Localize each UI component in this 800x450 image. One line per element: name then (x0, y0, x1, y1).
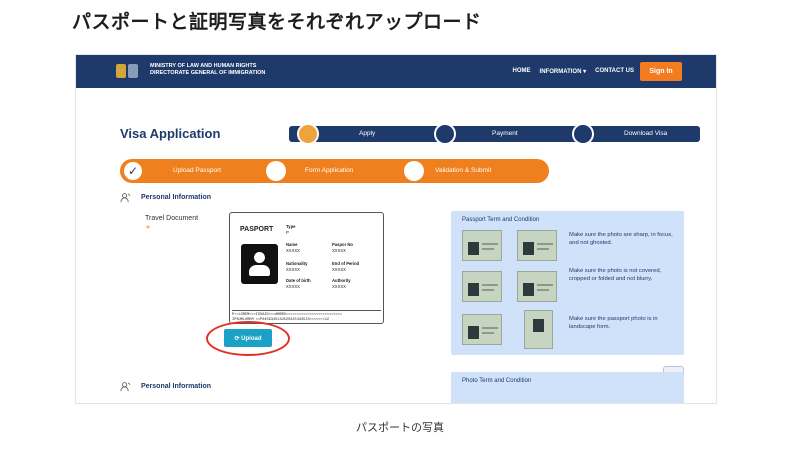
image-caption: パスポートの写真 (356, 421, 444, 434)
term-item: Make sure the photo are sharp, in focus,… (569, 232, 673, 246)
step-apply-label: Apply (359, 130, 376, 137)
terms-title: Passport Term and Condition (462, 217, 540, 223)
section-title: Personal Information (141, 194, 212, 201)
nav-contact-us[interactable]: CONTACT US (595, 68, 634, 75)
check-icon: ✓ (122, 160, 144, 182)
travel-document-label: Travel Document (145, 215, 199, 222)
passport-name-value: XXXXX (286, 247, 300, 253)
passport-example-thumbnail (462, 314, 502, 345)
passport-example-thumbnail (462, 271, 502, 302)
passport-sample: PASPORT Type P Name XXXXX Paspor No XXXXX N… (229, 212, 384, 324)
page-title: Visa Application (120, 126, 221, 141)
highlight-circle (206, 321, 290, 356)
passport-nationality-field: Nationality XXXXX (286, 261, 307, 272)
term-item: Make sure the photo is not covered, crop… (569, 268, 662, 282)
article-heading: パスポートと証明写真をそれぞれアップロード (72, 11, 482, 33)
substep-validation-indicator (404, 161, 424, 181)
ministry-name: MINISTRY OF LAW AND HUMAN RIGHTS DIRECTO… (150, 63, 265, 77)
section-personal-information: Personal Information (120, 192, 211, 203)
substep-form-application: Form Application (305, 167, 354, 174)
required-mark: * (146, 224, 150, 233)
section-personal-information-2: Personal Information (120, 381, 211, 392)
passport-authority-field: Authority XXXXX (332, 278, 351, 289)
substep-form-indicator (266, 161, 286, 181)
photo-terms-panel: Photo Term and Condition (451, 372, 684, 403)
step-payment-indicator (434, 123, 456, 145)
passport-authority-value: XXXXX (332, 283, 346, 289)
substep-upload-passport: Upload Passport (173, 167, 222, 174)
screenshot-frame: MINISTRY OF LAW AND HUMAN RIGHTS DIRECTO… (75, 54, 717, 404)
step-download-label: Download Visa (624, 130, 668, 137)
passport-type-field: Type P (286, 224, 295, 235)
main-stepper: Apply Payment Download Visa (289, 123, 700, 145)
main-content: Visa Application Apply Payment Download … (76, 88, 716, 403)
ministry-line2: DIRECTORATE GENERAL OF IMMIGRATION (150, 70, 266, 76)
step-payment-label: Payment (492, 130, 518, 137)
passport-example-thumbnail (524, 310, 553, 349)
step-apply-indicator (297, 123, 319, 145)
substep-validation-submit: Validation & Submit (435, 167, 492, 174)
sub-stepper: ✓ Upload Passport Form Application Valid… (120, 159, 549, 183)
passport-number-field: Paspor No XXXXX (332, 242, 353, 253)
passport-photo-placeholder (241, 244, 278, 284)
passport-example-thumbnail (517, 230, 557, 261)
term-item: Make sure the passport photo is in lands… (569, 316, 658, 330)
passport-number-value: XXXXX (332, 247, 346, 253)
passport-type-value: P (286, 229, 289, 235)
passport-example-thumbnail (462, 230, 502, 261)
user-icon (120, 193, 131, 203)
passport-dob-field: Date of birth XXXXX (286, 278, 311, 289)
nav-information[interactable]: INFORMATION ▾ (540, 68, 587, 75)
photo-terms-title: Photo Term and Condition (462, 378, 532, 384)
ministry-line1: MINISTRY OF LAW AND HUMAN RIGHTS (150, 63, 257, 69)
sign-in-button[interactable]: Sign In (640, 62, 682, 81)
passport-example-thumbnail (517, 271, 557, 302)
passport-title: PASPORT (240, 226, 274, 233)
user-icon (120, 382, 131, 392)
passport-end-of-period-field: End of Period XXXXX (332, 261, 359, 272)
passport-dob-value: XXXXX (286, 283, 300, 289)
passport-terms-panel: Passport Term and Condition Make sure th… (451, 211, 684, 355)
top-navbar: MINISTRY OF LAW AND HUMAN RIGHTS DIRECTO… (76, 55, 716, 88)
passport-end-of-period-value: XXXXX (332, 266, 346, 272)
step-download-indicator (572, 123, 594, 145)
nav-home[interactable]: HOME (513, 68, 531, 75)
ministry-logo-icon (116, 64, 138, 78)
passport-nationality-value: XXXXX (286, 266, 300, 272)
section-title: Personal Information (141, 383, 212, 390)
main-nav: HOME INFORMATION ▾ CONTACT US (513, 68, 634, 75)
passport-name-field: Name XXXXX (286, 242, 300, 253)
